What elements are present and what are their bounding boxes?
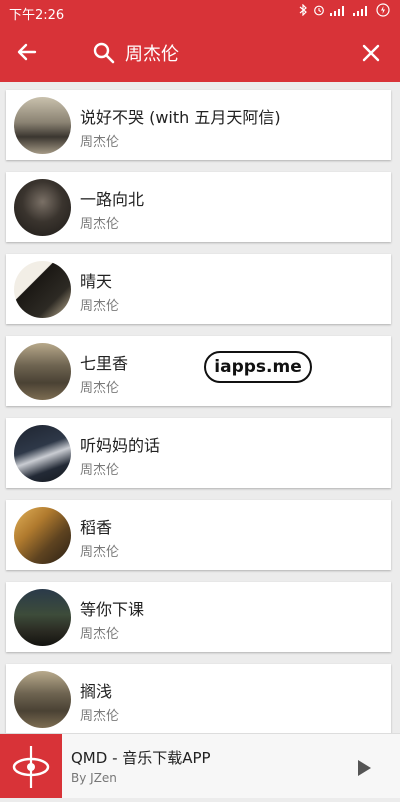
song-item[interactable]: 说好不哭 (with 五月天阿信) 周杰伦	[6, 90, 391, 160]
song-title: 晴天	[80, 272, 113, 291]
song-title: 听妈妈的话	[80, 436, 161, 455]
album-cover	[14, 97, 71, 154]
song-artist: 周杰伦	[80, 217, 120, 232]
search-app-bar	[0, 24, 400, 82]
battery-icon	[376, 3, 390, 22]
song-item[interactable]: 晴天 周杰伦	[6, 254, 391, 324]
album-cover	[14, 179, 71, 236]
album-cover	[14, 261, 71, 318]
search-icon	[93, 42, 115, 64]
song-title: 七里香	[80, 354, 129, 373]
play-icon[interactable]	[354, 758, 374, 778]
song-artist: 周杰伦	[80, 381, 120, 396]
album-cover	[14, 507, 71, 564]
song-artist: 周杰伦	[80, 463, 120, 478]
watermark-badge: iapps.me	[204, 351, 312, 383]
signal-icon	[353, 5, 371, 21]
player-subtitle: By JZen	[71, 771, 117, 785]
song-artist: 周杰伦	[80, 709, 120, 724]
back-arrow-icon[interactable]	[14, 39, 40, 65]
album-cover	[14, 589, 71, 646]
mini-player[interactable]: QMD - 音乐下载APP By JZen	[0, 733, 400, 798]
song-title: 说好不哭 (with 五月天阿信)	[80, 108, 281, 127]
status-bar: 下午2:26	[0, 0, 400, 24]
song-artist: 周杰伦	[80, 135, 120, 150]
album-cover	[14, 671, 71, 728]
player-title: QMD - 音乐下载APP	[71, 749, 211, 767]
song-item[interactable]: 听妈妈的话 周杰伦	[6, 418, 391, 488]
song-title: 稻香	[80, 518, 113, 537]
song-item[interactable]: 一路向北 周杰伦	[6, 172, 391, 242]
song-artist: 周杰伦	[80, 627, 120, 642]
song-title: 等你下课	[80, 600, 145, 619]
song-item[interactable]: 搁浅 周杰伦	[6, 664, 391, 734]
song-artist: 周杰伦	[80, 545, 120, 560]
status-time: 下午2:26	[9, 8, 65, 23]
close-icon[interactable]	[358, 40, 384, 66]
song-title: 一路向北	[80, 190, 145, 209]
song-item[interactable]: 七里香 周杰伦	[6, 336, 391, 406]
status-icons	[299, 3, 390, 22]
bluetooth-icon	[299, 3, 308, 21]
album-cover	[14, 343, 71, 400]
player-art	[0, 734, 62, 798]
song-item[interactable]: 稻香 周杰伦	[6, 500, 391, 570]
song-item[interactable]: 等你下课 周杰伦	[6, 582, 391, 652]
song-artist: 周杰伦	[80, 299, 120, 314]
search-input[interactable]	[125, 38, 345, 68]
signal-icon	[330, 5, 348, 21]
alarm-icon	[313, 4, 325, 21]
album-cover	[14, 425, 71, 482]
app-logo-icon	[12, 746, 50, 788]
song-title: 搁浅	[80, 682, 113, 701]
